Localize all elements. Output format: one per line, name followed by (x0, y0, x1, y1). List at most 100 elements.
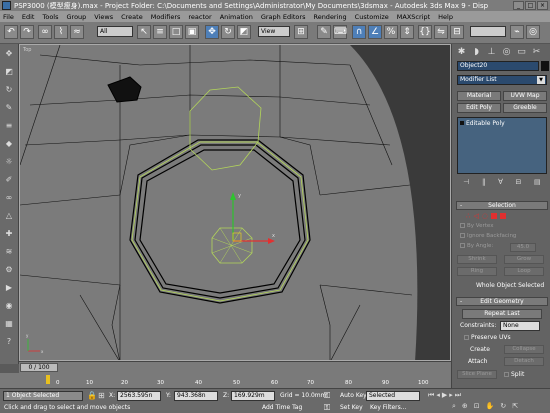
ignore-backfacing-checkbox[interactable]: Ignore Backfacing (460, 233, 516, 239)
create-button[interactable]: Create (470, 346, 490, 353)
edge-icon[interactable]: ◁ (473, 212, 478, 220)
selection-rollout-header[interactable]: Selection (456, 201, 548, 210)
menu-graph-editors[interactable]: Graph Editors (261, 13, 306, 21)
ring-button[interactable]: Ring (457, 267, 497, 276)
menu-edit[interactable]: Edit (22, 13, 35, 21)
next-frame-icon[interactable]: ▸ (449, 391, 453, 400)
select-and-scale-icon[interactable]: ◩ (237, 25, 251, 39)
by-angle-spinner[interactable]: 45.0 (510, 243, 536, 252)
named-selection-sets-dropdown[interactable] (470, 26, 506, 37)
scale-tool-icon[interactable]: ◩ (3, 66, 15, 78)
auto-key-button[interactable]: Auto Key (340, 392, 367, 399)
element-icon[interactable] (499, 213, 506, 219)
angle-snap-icon[interactable]: ∠ (368, 25, 382, 39)
edit-geometry-rollout-header[interactable]: Edit Geometry (456, 297, 548, 306)
object-name-field[interactable]: Object20 (457, 61, 539, 71)
time-marker[interactable] (46, 375, 50, 384)
y-coordinate-field[interactable]: 943.368n (174, 391, 218, 401)
spinner-snap-icon[interactable]: ⇕ (400, 25, 414, 39)
select-by-name-icon[interactable]: ≡ (153, 25, 167, 39)
menu-rendering[interactable]: Rendering (313, 13, 346, 21)
menu-modifiers[interactable]: Modifiers (151, 13, 181, 21)
shrink-button[interactable]: Shrink (457, 255, 497, 264)
lock-selection-icon[interactable]: 🔒 (87, 391, 97, 400)
align-icon[interactable]: ⊟ (450, 25, 464, 39)
select-and-move-icon[interactable]: ✥ (205, 25, 219, 39)
modify-tab-icon[interactable]: ◗ (471, 47, 482, 58)
undo-icon[interactable]: ↶ (4, 25, 18, 39)
modifier-stack[interactable]: Editable Poly (457, 117, 547, 174)
zoom-extents-icon[interactable]: ⊡ (474, 402, 480, 411)
add-time-tag[interactable]: Add Time Tag (262, 404, 302, 411)
top-viewport[interactable]: y x x y Top (19, 44, 451, 361)
go-to-end-icon[interactable]: ⏭ (455, 391, 461, 400)
stack-item-editable-poly[interactable]: Editable Poly (460, 120, 505, 127)
viewport-label[interactable]: Top (23, 47, 31, 53)
pan-icon[interactable]: ✋ (486, 402, 495, 411)
menu-group[interactable]: Group (67, 13, 87, 21)
by-angle-checkbox[interactable]: By Angle: (460, 243, 493, 249)
shape-tool-icon[interactable]: △ (3, 210, 15, 222)
vertex-icon[interactable]: ∴ (466, 212, 470, 220)
zoom-all-icon[interactable]: ⊕ (462, 402, 468, 411)
border-icon[interactable]: ◌ (482, 212, 488, 220)
modifier-list-dropdown[interactable]: Modifier List ▼ (457, 75, 547, 85)
key-mode-dropdown[interactable]: Selected (366, 391, 420, 401)
help-tool-icon[interactable]: ? (3, 336, 15, 348)
set-key-button[interactable]: Set Key (340, 404, 363, 411)
move-tool-icon[interactable]: ✥ (3, 48, 15, 60)
repeat-last-button[interactable]: Repeat Last (462, 309, 542, 319)
minimize-button[interactable]: _ (513, 1, 524, 10)
geometry-tool-icon[interactable]: ◆ (3, 138, 15, 150)
window-crossing-icon[interactable]: ▣ (185, 25, 199, 39)
maximize-viewport-icon[interactable]: ⇱ (512, 402, 518, 411)
layer-tool-icon[interactable]: ≡ (3, 120, 15, 132)
keyboard-shortcut-override-icon[interactable]: ⌨ (333, 25, 347, 39)
rotate-tool-icon[interactable]: ↻ (3, 84, 15, 96)
uvw-map-button[interactable]: UVW Map (503, 91, 547, 101)
display-tab-icon[interactable]: ▭ (516, 47, 527, 58)
set-key-icon[interactable]: ⚿ (324, 403, 330, 413)
slice-plane-button[interactable]: Slice Plane (457, 370, 497, 379)
helper-tool-icon[interactable]: ✚ (3, 228, 15, 240)
grow-button[interactable]: Grow (504, 255, 544, 264)
constraints-dropdown[interactable]: None (500, 321, 540, 331)
polygon-icon[interactable] (490, 213, 497, 219)
menu-reactor[interactable]: reactor (188, 13, 211, 21)
mirror-icon[interactable]: ⇋ (434, 25, 448, 39)
chain-tool-icon[interactable]: ∞ (3, 192, 15, 204)
light-tool-icon[interactable]: ☼ (3, 156, 15, 168)
remove-modifier-icon[interactable]: ⊟ (516, 178, 522, 188)
system-tool-icon[interactable]: ⚙ (3, 264, 15, 276)
viewport-mesh[interactable]: y x x y (20, 45, 451, 361)
unlink-icon[interactable]: ⌇ (54, 25, 68, 39)
reference-coordinate-dropdown[interactable]: View (258, 26, 290, 37)
play-icon[interactable]: ▶ (442, 391, 447, 400)
attach-button[interactable]: Attach (468, 358, 487, 365)
selection-filter-dropdown[interactable]: All (97, 26, 133, 37)
menu-create[interactable]: Create (121, 13, 143, 21)
z-coordinate-field[interactable]: 169.929m (231, 391, 275, 401)
collapse-button[interactable]: Collapse (504, 345, 544, 354)
go-to-start-icon[interactable]: ⏮ (428, 391, 434, 400)
motion-tab-icon[interactable]: ◎ (501, 47, 512, 58)
utilities-tab-icon[interactable]: ✂ (531, 47, 542, 58)
previous-frame-icon[interactable]: ◂ (436, 391, 440, 400)
select-and-manipulate-icon[interactable]: ✎ (317, 25, 331, 39)
make-unique-icon[interactable]: ∀ (498, 178, 503, 188)
menu-customize[interactable]: Customize (355, 13, 389, 21)
select-object-icon[interactable]: ↖ (137, 25, 151, 39)
menu-views[interactable]: Views (94, 13, 113, 21)
split-checkbox[interactable]: Split (504, 371, 524, 378)
by-vertex-checkbox[interactable]: By Vertex (460, 223, 493, 229)
material-button[interactable]: Material (457, 91, 501, 101)
edit-named-selection-icon[interactable]: {} (418, 25, 432, 39)
menu-tools[interactable]: Tools (42, 13, 58, 21)
maximize-button[interactable]: □ (525, 1, 536, 10)
paint-tool-icon[interactable]: ✎ (3, 102, 15, 114)
bind-space-warp-icon[interactable]: ≈ (70, 25, 84, 39)
greeble-button[interactable]: Greeble (503, 103, 547, 113)
camera-tool-icon[interactable]: ▶ (3, 282, 15, 294)
menu-animation[interactable]: Animation (220, 13, 253, 21)
percent-snap-icon[interactable]: % (384, 25, 398, 39)
